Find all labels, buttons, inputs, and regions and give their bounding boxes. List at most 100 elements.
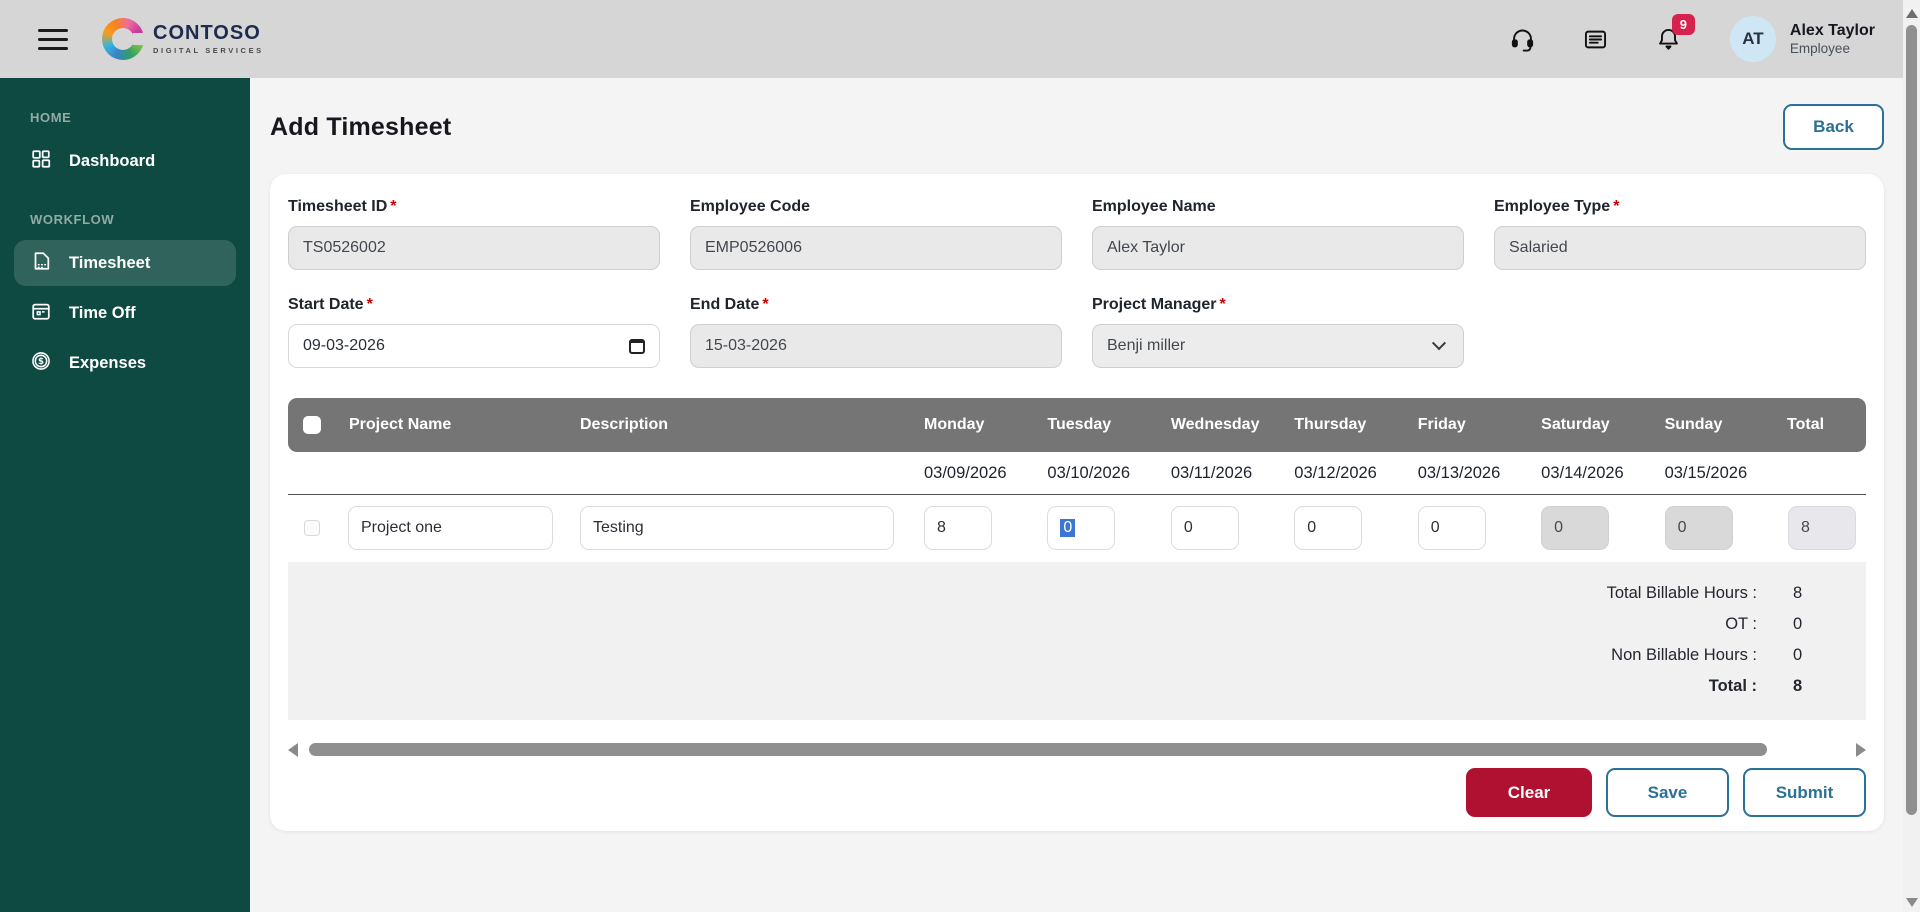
col-wednesday: Wednesday: [1155, 416, 1278, 434]
clear-button[interactable]: Clear: [1466, 768, 1592, 817]
date-sunday: 03/15/2026: [1649, 464, 1772, 483]
end-date-label: End Date: [690, 296, 759, 313]
date-row: 03/09/2026 03/10/2026 03/11/2026 03/12/2…: [288, 452, 1866, 495]
horizontal-scrollbar-thumb[interactable]: [309, 743, 1767, 756]
field-employee-code: Employee Code EMP0526006: [690, 198, 1062, 270]
sidebar-item-label: Dashboard: [69, 152, 155, 171]
scroll-right-arrow-icon[interactable]: [1856, 743, 1866, 757]
employee-name-field: Alex Taylor: [1092, 226, 1464, 270]
scroll-up-arrow-icon[interactable]: [1906, 9, 1918, 18]
start-date-field[interactable]: 09-03-2026: [288, 324, 660, 368]
field-start-date: Start Date* 09-03-2026: [288, 296, 660, 368]
sidebar-item-label: Timesheet: [69, 254, 150, 273]
summary-value: 8: [1793, 677, 1809, 696]
support-headset-icon[interactable]: [1509, 26, 1536, 53]
summary-label: Non Billable Hours :: [1611, 646, 1757, 665]
main-content: Add Timesheet Back Timesheet ID* TS05260…: [250, 78, 1920, 912]
field-employee-type: Employee Type* Salaried: [1494, 198, 1866, 270]
employee-type-field: Salaried: [1494, 226, 1866, 270]
sidebar-section-workflow: WORKFLOW: [0, 212, 250, 227]
saturday-hours-input: [1541, 506, 1609, 550]
col-tuesday: Tuesday: [1031, 416, 1154, 434]
summary-total: Total : 8: [288, 671, 1809, 702]
sheet-header-row: Project Name Description Monday Tuesday …: [288, 398, 1866, 452]
hamburger-menu-icon[interactable]: [38, 29, 68, 50]
col-monday: Monday: [908, 416, 1031, 434]
date-thursday: 03/12/2026: [1278, 464, 1401, 483]
sidebar-item-timesheet[interactable]: Timesheet: [14, 240, 236, 286]
field-employee-name: Employee Name Alex Taylor: [1092, 198, 1464, 270]
required-asterisk: *: [1613, 198, 1619, 215]
required-asterisk: *: [390, 198, 396, 215]
sidebar-item-label: Expenses: [69, 354, 146, 373]
date-saturday: 03/14/2026: [1525, 464, 1648, 483]
project-manager-label: Project Manager: [1092, 296, 1216, 313]
submit-button[interactable]: Submit: [1743, 768, 1866, 817]
sidebar-item-dashboard[interactable]: Dashboard: [14, 138, 236, 184]
action-buttons: Clear Save Submit: [288, 768, 1866, 817]
summary-ot: OT : 0: [288, 609, 1809, 640]
project-name-input[interactable]: [348, 506, 553, 550]
calendar-picker-icon[interactable]: [629, 339, 645, 354]
horizontal-scrollbar: [288, 741, 1866, 758]
save-button[interactable]: Save: [1606, 768, 1729, 817]
news-feed-icon[interactable]: [1582, 26, 1609, 53]
project-manager-select[interactable]: Benji miller: [1092, 324, 1464, 368]
calendar-icon: [30, 300, 52, 327]
sidebar-item-expenses[interactable]: $ Expenses: [14, 340, 236, 386]
sidebar-item-time-off[interactable]: Time Off: [14, 290, 236, 336]
project-manager-value: Benji miller: [1107, 337, 1185, 355]
date-friday: 03/13/2026: [1402, 464, 1525, 483]
brand-name: CONTOSO: [153, 23, 264, 43]
summary-panel: Total Billable Hours : 8 OT : 0 Non Bill…: [288, 562, 1866, 720]
vertical-scrollbar-thumb[interactable]: [1906, 25, 1917, 815]
svg-text:$: $: [38, 357, 44, 367]
thursday-hours-input[interactable]: [1294, 506, 1362, 550]
field-timesheet-id: Timesheet ID* TS0526002: [288, 198, 660, 270]
notification-count-badge: 9: [1672, 14, 1695, 35]
end-date-field: 15-03-2026: [690, 324, 1062, 368]
summary-value: 0: [1793, 615, 1809, 634]
notification-bell-icon[interactable]: 9: [1655, 26, 1682, 53]
select-all-checkbox[interactable]: [303, 416, 321, 434]
tuesday-hours-input[interactable]: 0: [1047, 506, 1115, 550]
page-title: Add Timesheet: [270, 113, 451, 142]
user-role: Employee: [1790, 42, 1875, 56]
sidebar: HOME Dashboard WORKFLOW: [0, 78, 250, 912]
row-checkbox[interactable]: [304, 520, 320, 536]
timesheet-icon: [30, 250, 52, 277]
scroll-down-arrow-icon[interactable]: [1906, 898, 1918, 907]
required-asterisk: *: [762, 296, 768, 313]
sunday-hours-input: [1665, 506, 1733, 550]
friday-hours-input[interactable]: [1418, 506, 1486, 550]
timesheet-id-label: Timesheet ID: [288, 198, 387, 215]
avatar[interactable]: AT: [1730, 16, 1776, 62]
date-wednesday: 03/11/2026: [1155, 464, 1278, 483]
summary-billable: Total Billable Hours : 8: [288, 578, 1809, 609]
field-project-manager: Project Manager* Benji miller: [1092, 296, 1464, 368]
required-asterisk: *: [367, 296, 373, 313]
scroll-left-arrow-icon[interactable]: [288, 743, 298, 757]
description-input[interactable]: [580, 506, 894, 550]
chevron-down-icon: [1432, 336, 1446, 350]
employee-code-field: EMP0526006: [690, 226, 1062, 270]
dollar-circle-icon: $: [30, 350, 52, 377]
back-button[interactable]: Back: [1783, 104, 1884, 150]
brand-tagline: DIGITAL SERVICES: [153, 47, 264, 55]
brand-logo: CONTOSO DIGITAL SERVICES: [102, 18, 264, 60]
col-sunday: Sunday: [1649, 416, 1772, 434]
monday-hours-input[interactable]: [924, 506, 992, 550]
row-total-field: [1788, 506, 1856, 550]
table-row: 0: [288, 495, 1866, 562]
sidebar-item-label: Time Off: [69, 304, 136, 323]
wednesday-hours-input[interactable]: [1171, 506, 1239, 550]
summary-value: 0: [1793, 646, 1809, 665]
summary-value: 8: [1793, 584, 1809, 603]
dashboard-icon: [30, 148, 52, 175]
brand-logo-icon: [102, 18, 144, 60]
employee-code-label: Employee Code: [690, 198, 810, 215]
date-tuesday: 03/10/2026: [1031, 464, 1154, 483]
sidebar-section-home: HOME: [0, 110, 250, 125]
add-timesheet-card: Timesheet ID* TS0526002 Employee Code EM…: [270, 174, 1884, 831]
col-friday: Friday: [1402, 416, 1525, 434]
